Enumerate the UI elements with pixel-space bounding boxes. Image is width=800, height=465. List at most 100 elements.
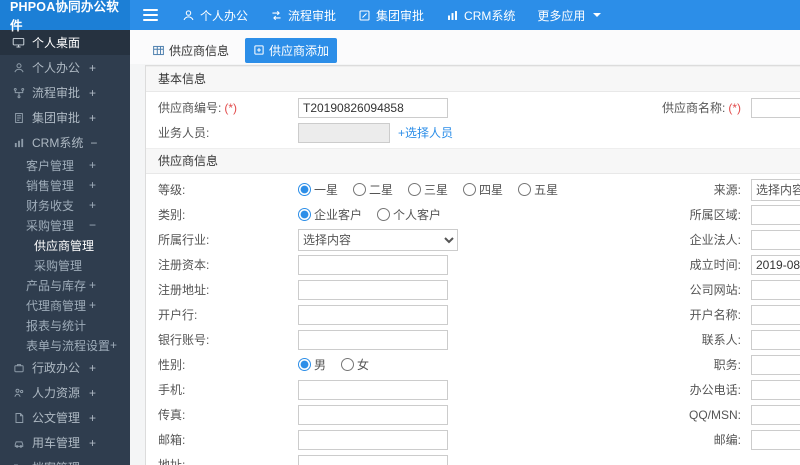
office-phone-input[interactable] [751, 379, 800, 400]
expand-plus-icon: + [88, 110, 96, 125]
document-icon [12, 111, 25, 124]
form-row: 注册地址: 公司网站: [146, 277, 800, 302]
sidebar-item-label: 产品与库存 [26, 278, 87, 293]
capital-input[interactable] [298, 254, 448, 275]
briefcase-icon [12, 361, 25, 374]
sidebar-item-human-resources[interactable]: 人力资源 + [0, 380, 130, 405]
legal-person-input[interactable] [751, 229, 800, 250]
sidebar-item-purchase-mgmt[interactable]: 采购管理 − [0, 215, 130, 235]
sidebar-item-product-inventory[interactable]: 产品与库存 + [0, 275, 130, 295]
sidebar-item-archive-mgmt[interactable]: 档案管理 + [0, 455, 130, 465]
source-label: 来源: [713, 183, 741, 197]
sidebar-item-sales-mgmt[interactable]: 销售管理 + [0, 175, 130, 195]
choose-staff-link[interactable]: +选择人员 [398, 124, 453, 141]
sidebar-item-label: CRM系统 [32, 136, 84, 150]
legal-person-label: 企业法人: [689, 233, 741, 247]
sidebar-item-personal-office[interactable]: 个人办公 + [0, 55, 130, 80]
nav-workflow-approval[interactable]: 流程审批 [259, 0, 347, 30]
zip-input[interactable] [751, 429, 800, 450]
founded-date-label: 成立时间: [689, 258, 741, 272]
industry-select[interactable]: 选择内容 [298, 228, 458, 251]
category-radio-group: 企业客户 个人客户 [298, 206, 641, 223]
contact-input[interactable] [751, 329, 800, 350]
website-input[interactable] [751, 279, 800, 300]
sidebar-item-customer-mgmt[interactable]: 客户管理 + [0, 155, 130, 175]
address-input[interactable] [298, 454, 448, 465]
bank-account-label: 银行账号: [158, 333, 210, 347]
nav-personal-office[interactable]: 个人办公 [171, 0, 259, 30]
sidebar-item-label: 采购管理 [34, 258, 83, 273]
menu-toggle-icon[interactable] [143, 9, 158, 21]
expand-plus-icon: + [88, 158, 96, 172]
form-row: 等级: 一星 二星 三星 四星 五星 来源: 选择内容 [146, 177, 800, 202]
sidebar-item-label: 供应商管理 [34, 238, 95, 253]
form-row: 所属行业: 选择内容 企业法人: [146, 227, 800, 252]
sidebar-item-form-flow-settings[interactable]: 表单与流程设置 + [0, 335, 130, 355]
form-row: 注册资本: 成立时间: [146, 252, 800, 277]
office-phone-label: 办公电话: [689, 383, 741, 397]
radio-enterprise-customer[interactable]: 企业客户 [298, 206, 362, 223]
radio-level-5[interactable]: 五星 [518, 181, 558, 198]
sidebar-item-group-approval[interactable]: 集团审批 + [0, 105, 130, 130]
expand-plus-icon: + [88, 278, 96, 292]
sidebar-item-workflow-approval[interactable]: 流程审批 + [0, 80, 130, 105]
supplier-no-input[interactable] [298, 97, 448, 118]
nav-label: 集团审批 [376, 8, 425, 23]
sidebar-item-reports-stats[interactable]: 报表与统计 [0, 315, 130, 335]
sidebar-item-vehicle-mgmt[interactable]: 用车管理 + [0, 430, 130, 455]
bank-account-input[interactable] [298, 329, 448, 350]
mobile-input[interactable] [298, 379, 448, 400]
sidebar-item-label: 个人办公 [32, 61, 81, 75]
form-row: 类别: 企业客户 个人客户 所属区域: [146, 202, 800, 227]
source-select[interactable]: 选择内容 [751, 178, 800, 201]
form-row: 性别: 男 女 职务: [146, 352, 800, 377]
sidebar-item-supplier-mgmt[interactable]: 供应商管理 [0, 235, 130, 255]
founded-date-input[interactable] [751, 254, 800, 275]
staff-input[interactable] [298, 122, 390, 143]
supplier-name-input[interactable] [751, 97, 800, 118]
nav-more-apps[interactable]: 更多应用 [526, 0, 612, 30]
nav-label: CRM系统 [464, 8, 516, 23]
tab-supplier-add[interactable]: 供应商添加 [245, 37, 338, 63]
radio-level-2[interactable]: 二星 [353, 181, 393, 198]
radio-male[interactable]: 男 [298, 356, 326, 373]
job-title-input[interactable] [751, 354, 800, 375]
expand-plus-icon: + [88, 198, 96, 212]
account-name-input[interactable] [751, 304, 800, 325]
nav-group-approval[interactable]: 集团审批 [347, 0, 435, 30]
staff-label: 业务人员: [158, 126, 210, 140]
bank-input[interactable] [298, 304, 448, 325]
required-mark: (*) [224, 101, 238, 115]
sidebar-item-label: 公文管理 [32, 411, 81, 425]
sidebar-item-crm-system[interactable]: CRM系统 − [0, 130, 130, 155]
qq-msn-input[interactable] [751, 404, 800, 425]
tab-supplier-info[interactable]: 供应商信息 [144, 38, 237, 63]
radio-female[interactable]: 女 [341, 356, 369, 373]
supplier-name-label: 供应商名称: (*) [661, 101, 741, 115]
sidebar-item-purchasing[interactable]: 采购管理 [0, 255, 130, 275]
sidebar-item-agent-mgmt[interactable]: 代理商管理 + [0, 295, 130, 315]
radio-individual-customer[interactable]: 个人客户 [377, 206, 441, 223]
region-input[interactable] [751, 204, 800, 225]
fax-input[interactable] [298, 404, 448, 425]
industry-label: 所属行业: [158, 233, 210, 247]
radio-level-4[interactable]: 四星 [463, 181, 503, 198]
nav-crm-system[interactable]: CRM系统 [435, 0, 526, 30]
add-document-icon [253, 44, 265, 56]
collapse-minus-icon: − [90, 135, 98, 150]
sidebar-item-label: 报表与统计 [26, 318, 87, 333]
supplier-no-label: 供应商编号: (*) [158, 101, 238, 115]
tab-bar: 供应商信息 供应商添加 [130, 30, 800, 64]
radio-level-3[interactable]: 三星 [408, 181, 448, 198]
sidebar-item-label: 行政办公 [32, 361, 81, 375]
email-input[interactable] [298, 429, 448, 450]
sidebar-item-document-mgmt[interactable]: 公文管理 + [0, 405, 130, 430]
expand-plus-icon: + [88, 178, 96, 192]
job-title-label: 职务: [713, 358, 741, 372]
sidebar-item-label: 采购管理 [26, 218, 75, 233]
sidebar-item-finance[interactable]: 财务收支 + [0, 195, 130, 215]
reg-address-input[interactable] [298, 279, 448, 300]
radio-level-1[interactable]: 一星 [298, 181, 338, 198]
sidebar-item-admin-office[interactable]: 行政办公 + [0, 355, 130, 380]
expand-plus-icon: + [88, 410, 96, 425]
